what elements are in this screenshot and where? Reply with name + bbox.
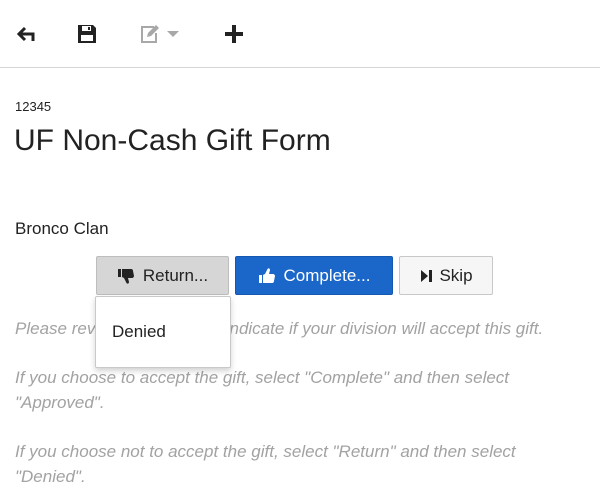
skip-button[interactable]: Skip bbox=[399, 256, 493, 295]
skip-icon bbox=[421, 269, 433, 282]
organization-name: Bronco Clan bbox=[15, 219, 109, 238]
edit-dropdown-button[interactable] bbox=[134, 20, 184, 48]
return-button-label: Return... bbox=[142, 265, 209, 285]
back-arrow-icon bbox=[16, 26, 35, 42]
save-icon bbox=[78, 25, 96, 43]
toolbar bbox=[0, 0, 600, 68]
return-dropdown-menu: Denied bbox=[95, 296, 231, 368]
plus-icon bbox=[225, 25, 243, 43]
thumbs-down-icon bbox=[117, 268, 134, 284]
return-button[interactable]: Return... bbox=[96, 256, 229, 295]
add-button[interactable] bbox=[223, 20, 245, 48]
dropdown-item-denied[interactable]: Denied bbox=[112, 322, 166, 342]
skip-button-label: Skip bbox=[439, 265, 473, 285]
instruction-accept: If you choose to accept the gift, select… bbox=[15, 368, 510, 412]
instruction-decline: If you choose not to accept the gift, se… bbox=[15, 442, 516, 486]
caret-down-icon bbox=[166, 31, 179, 37]
thumbs-up-icon bbox=[258, 267, 275, 283]
complete-button[interactable]: Complete... bbox=[235, 256, 393, 295]
form-id: 12345 bbox=[15, 99, 52, 114]
save-button[interactable] bbox=[75, 20, 99, 48]
edit-icon bbox=[140, 25, 159, 43]
page-title: UF Non-Cash Gift Form bbox=[14, 124, 331, 157]
complete-button-label: Complete... bbox=[283, 265, 371, 285]
back-button[interactable] bbox=[14, 20, 40, 48]
